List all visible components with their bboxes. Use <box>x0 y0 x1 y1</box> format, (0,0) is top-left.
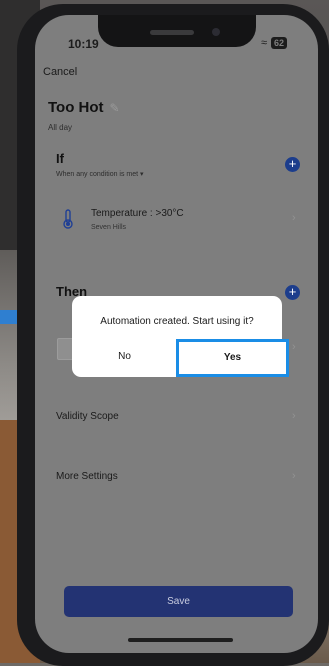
validity-scope-row[interactable]: Validity Scope <box>56 411 119 422</box>
automation-title-row[interactable]: Too Hot ✎ <box>48 99 120 116</box>
thermometer-icon <box>63 209 73 229</box>
background-blue-object <box>0 310 18 324</box>
more-settings-chevron-right-icon[interactable]: › <box>292 470 296 482</box>
automation-title: Too Hot <box>48 99 104 116</box>
wifi-icon: ≈ <box>261 37 268 49</box>
confirmation-dialog: Automation created. Start using it? No Y… <box>72 296 289 377</box>
dialog-yes-button[interactable]: Yes <box>176 339 289 377</box>
add-condition-plus-icon[interactable]: + <box>285 157 300 172</box>
dialog-no-button[interactable]: No <box>72 340 177 373</box>
status-time: 10:19 <box>68 37 99 51</box>
condition-mode-dropdown[interactable]: When any condition is met ▾ <box>56 170 144 178</box>
if-section-label: If <box>56 151 64 166</box>
condition-chevron-right-icon[interactable]: › <box>292 212 296 224</box>
speaker-grille <box>150 30 194 35</box>
camera-icon <box>212 28 220 36</box>
condition-location: Seven Hills <box>91 224 127 231</box>
add-action-plus-icon[interactable]: + <box>285 285 300 300</box>
cancel-button[interactable]: Cancel <box>43 66 77 78</box>
dialog-message: Automation created. Start using it? <box>100 316 254 327</box>
status-icons: ≈ 62 <box>261 37 288 49</box>
phone-notch <box>98 15 256 47</box>
schedule-subtitle: All day <box>48 123 73 132</box>
condition-title[interactable]: Temperature : >30°C <box>91 208 184 219</box>
save-button[interactable]: Save <box>64 586 293 617</box>
edit-pencil-icon[interactable]: ✎ <box>110 101 120 115</box>
home-indicator[interactable] <box>128 638 233 642</box>
action-chevron-right-icon[interactable]: › <box>292 341 296 353</box>
validity-scope-chevron-right-icon[interactable]: › <box>292 410 296 422</box>
more-settings-row[interactable]: More Settings <box>56 471 118 482</box>
battery-icon: 62 <box>271 37 288 49</box>
